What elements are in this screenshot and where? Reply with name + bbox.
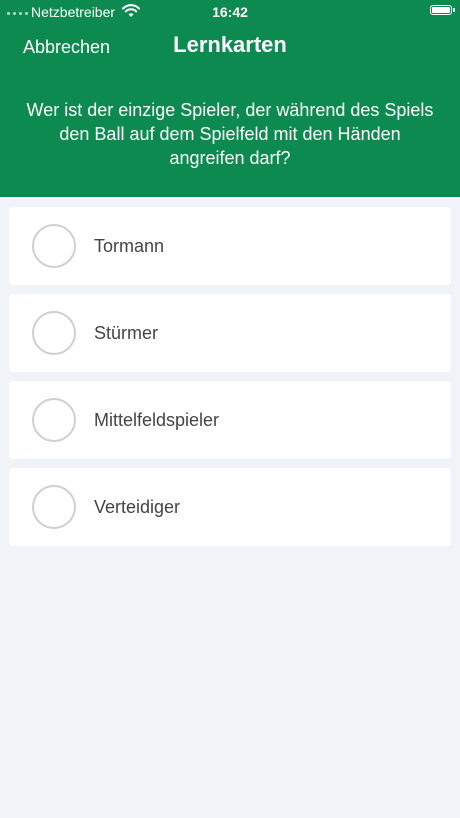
answer-option[interactable]: Stürmer — [9, 294, 451, 372]
radio-button[interactable] — [32, 398, 76, 442]
page-title: Lernkarten — [0, 32, 460, 58]
answer-option-label: Tormann — [94, 236, 165, 256]
answer-option-label: Mittelfeldspieler — [94, 410, 220, 430]
question-text: Wer ist der einzige Spieler, der während… — [26, 100, 434, 168]
answer-option[interactable]: Tormann — [9, 207, 451, 285]
answer-option[interactable]: Mittelfeldspieler — [9, 381, 451, 459]
page-title-text: Lernkarten — [173, 32, 287, 57]
quiz-screen: Netzbetreiber 16:42 Abbrechen Lernkarten… — [0, 0, 460, 818]
answer-option-label: Stürmer — [94, 323, 159, 343]
header: Netzbetreiber 16:42 Abbrechen Lernkarten… — [0, 0, 460, 197]
radio-button[interactable] — [32, 224, 76, 268]
status-time: 16:42 — [212, 4, 248, 20]
answer-option[interactable]: Verteidiger — [9, 468, 451, 546]
battery-icon — [430, 5, 452, 15]
status-bar: Netzbetreiber 16:42 — [0, 0, 460, 24]
answer-options: Tormann Stürmer Mittelfeldspieler Vertei… — [9, 207, 451, 555]
radio-button[interactable] — [32, 485, 76, 529]
answer-option-label: Verteidiger — [94, 497, 181, 517]
navigation-bar: Abbrechen Lernkarten — [0, 24, 460, 70]
radio-button[interactable] — [32, 311, 76, 355]
battery-tip — [453, 8, 455, 12]
